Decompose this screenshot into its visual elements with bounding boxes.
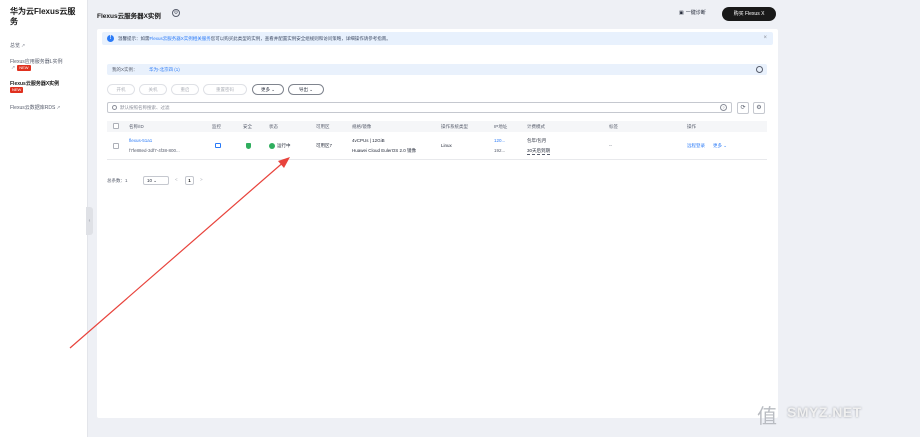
table-row: flexus-51a1 f7fe88ed-3df7-4f38-800... 运行… bbox=[107, 134, 767, 160]
remote-login-link[interactable]: 远程登录 bbox=[687, 143, 705, 149]
notice-link[interactable]: Flexus云服务器X实例相关服务 bbox=[150, 36, 211, 41]
notice-text: 温馨提示：如需Flexus云服务器X实例相关服务您可以购买此类型的实例，查看并配… bbox=[118, 36, 391, 42]
settings-button[interactable]: ⚙ bbox=[753, 102, 765, 114]
help-icon[interactable]: ? bbox=[720, 104, 727, 111]
col-zone[interactable]: 可用区 bbox=[316, 124, 330, 130]
total-count: 总条数：1 bbox=[107, 178, 128, 183]
brand-title: 华为云Flexus云服务 bbox=[10, 7, 76, 26]
page-number-button[interactable]: 1 bbox=[185, 176, 194, 185]
status-running-icon bbox=[269, 143, 275, 149]
status-cell: 运行中 bbox=[269, 143, 291, 149]
stop-button[interactable]: 关机 bbox=[139, 84, 167, 95]
next-page-button[interactable]: > bbox=[200, 177, 203, 182]
col-security: 安全 bbox=[243, 124, 252, 129]
buy-flexus-button[interactable]: 购买 Flexus X bbox=[722, 7, 776, 21]
diagnose-label: 一键诊断 bbox=[685, 10, 706, 16]
row-more-link[interactable]: 更多 ⌄ bbox=[713, 143, 727, 149]
billing-expiry: 30天后到期 bbox=[527, 148, 551, 155]
col-ip[interactable]: IP地址 bbox=[494, 124, 507, 130]
info-icon: ! bbox=[107, 35, 114, 42]
export-button[interactable]: 导出 ⌄ bbox=[288, 84, 324, 95]
close-icon[interactable]: × bbox=[763, 35, 767, 41]
shield-icon[interactable] bbox=[246, 143, 251, 149]
table-header: 名称/ID 监控 安全 状态 可用区 规格/镜像 操作系统类型 IP地址 计费模… bbox=[107, 121, 767, 132]
region-filter-bar: 我的X实例： 华为-北京四 (1) bbox=[107, 64, 767, 75]
settings-icon[interactable]: ⚙ bbox=[172, 9, 180, 17]
watermark-logo: 值 bbox=[757, 404, 777, 428]
refresh-button[interactable]: ⟳ bbox=[737, 102, 749, 114]
sidebar-item-label: 总览 bbox=[10, 43, 21, 49]
sidebar-item-flexus-l[interactable]: Flexus应用服务器L实例 ↗ NEW bbox=[10, 58, 63, 71]
new-badge: NEW bbox=[17, 65, 31, 71]
private-ip: 192... bbox=[494, 148, 506, 153]
monitor-icon[interactable] bbox=[215, 143, 221, 148]
col-spec[interactable]: 规格/镜像 bbox=[352, 124, 371, 130]
public-ip[interactable]: 120... bbox=[494, 138, 505, 143]
search-input[interactable]: 默认按照名称搜索、过滤 ? bbox=[107, 102, 732, 113]
prev-page-button[interactable]: < bbox=[175, 177, 178, 182]
filter-label: 我的X实例： bbox=[112, 67, 138, 72]
col-monitor: 监控 bbox=[212, 124, 221, 129]
sidebar: 华为云Flexus云服务 总览↗ Flexus应用服务器L实例 ↗ NEW Fle… bbox=[0, 0, 88, 437]
reset-password-button[interactable]: 重置密码 bbox=[203, 84, 247, 95]
page-size-select[interactable]: 10 ⌄ bbox=[143, 176, 169, 185]
notice-banner: ! 温馨提示：如需Flexus云服务器X实例相关服务您可以购买此类型的实例，查看… bbox=[102, 32, 773, 45]
diagnose-button[interactable]: ▣ 一键诊断 bbox=[679, 9, 706, 17]
sidebar-item-label: Flexus云数据库RDS bbox=[10, 105, 56, 111]
col-name[interactable]: 名称/ID bbox=[129, 124, 144, 130]
external-link-icon: ↗ bbox=[21, 43, 26, 49]
image-cell: Huawei Cloud EulerOS 2.0 镜像 bbox=[352, 148, 417, 153]
external-link-icon: ↗ bbox=[56, 105, 61, 111]
sidebar-item-flexus-rds[interactable]: Flexus云数据库RDS↗ bbox=[10, 104, 61, 111]
billing-mode: 包年/包月 bbox=[527, 138, 547, 143]
restart-button[interactable]: 重启 bbox=[171, 84, 199, 95]
spec-cell: 4vCPUs | 12GiB bbox=[352, 138, 385, 143]
more-button[interactable]: 更多 ⌄ bbox=[252, 84, 284, 95]
notice-prefix: 温馨提示：如需 bbox=[118, 36, 150, 41]
status-text: 运行中 bbox=[277, 143, 291, 149]
main-panel: ! 温馨提示：如需Flexus云服务器X实例相关服务您可以购买此类型的实例，查看… bbox=[97, 29, 778, 418]
col-tags[interactable]: 标签 bbox=[609, 124, 618, 130]
col-status[interactable]: 状态 bbox=[269, 124, 278, 130]
search-icon bbox=[112, 105, 117, 110]
search-placeholder: 默认按照名称搜索、过滤 bbox=[120, 105, 170, 110]
sidebar-item-overview[interactable]: 总览↗ bbox=[10, 42, 25, 49]
refresh-icon[interactable] bbox=[756, 66, 763, 73]
watermark-text: SMYZ.NET bbox=[787, 404, 862, 420]
tags-cell: -- bbox=[609, 143, 612, 148]
instance-id: f7fe88ed-3df7-4f38-800... bbox=[129, 148, 180, 153]
sidebar-collapse-handle[interactable]: ‹ bbox=[86, 207, 93, 235]
instance-name-link[interactable]: flexus-51a1 bbox=[129, 138, 152, 143]
diagnose-icon: ▣ bbox=[679, 9, 684, 16]
watermark: 值 SMYZ.NET bbox=[757, 394, 917, 434]
row-checkbox[interactable] bbox=[113, 143, 119, 149]
start-button[interactable]: 开机 bbox=[107, 84, 135, 95]
zone-cell: 可用区7 bbox=[316, 143, 333, 148]
os-cell: Linux bbox=[441, 143, 452, 148]
notice-body: 您可以购买此类型的实例，查看并配置实例安全组规则和访问策略，详细操作请参考指南。 bbox=[210, 36, 391, 41]
select-all-checkbox[interactable] bbox=[113, 123, 119, 129]
topbar: Flexus云服务器X实例 ⚙ ▣ 一键诊断 购买 Flexus X bbox=[88, 0, 920, 28]
page-title: Flexus云服务器X实例 bbox=[97, 13, 161, 20]
col-actions: 操作 bbox=[687, 124, 696, 129]
sidebar-item-flexus-x[interactable]: Flexus云服务器X实例 NEW bbox=[10, 80, 59, 93]
col-os[interactable]: 操作系统类型 bbox=[441, 124, 468, 130]
new-badge: NEW bbox=[10, 87, 24, 93]
col-billing[interactable]: 计费模式 bbox=[527, 124, 545, 130]
filter-value[interactable]: 华为-北京四 (1) bbox=[149, 67, 180, 73]
external-link-icon: ↗ bbox=[11, 65, 16, 71]
